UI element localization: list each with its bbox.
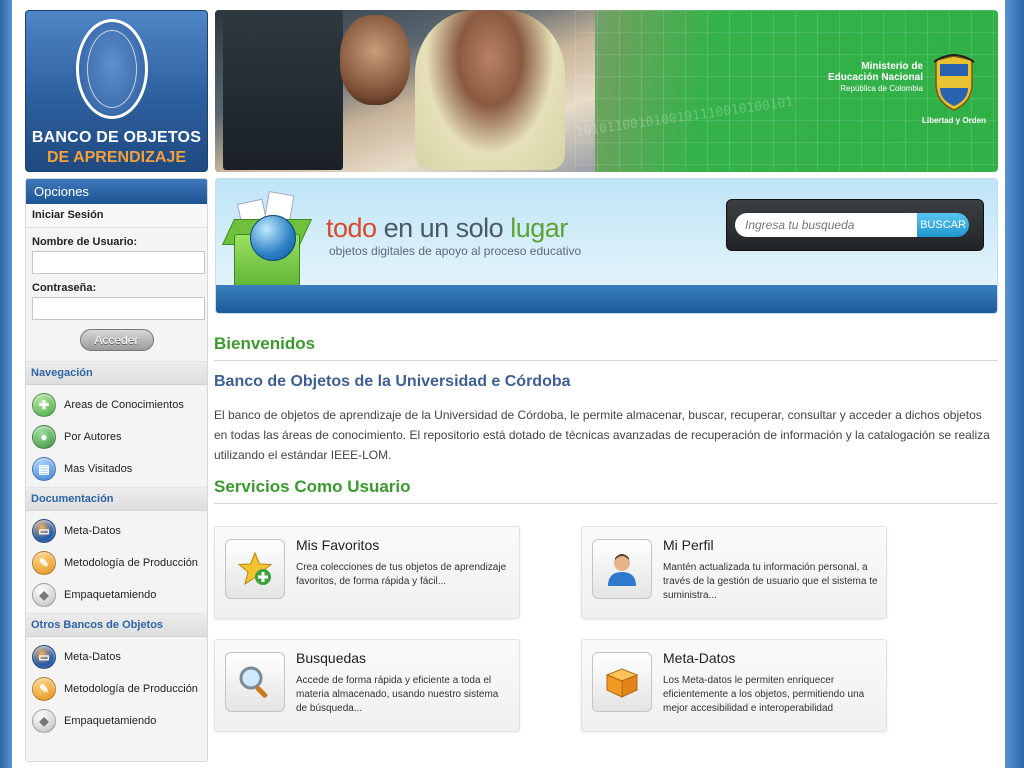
section-title-documentacion: Documentación [26,487,207,511]
page-frame-left [0,0,12,768]
username-label: Nombre de Usuario: [32,236,138,248]
student-image [340,15,410,105]
metadata-icon: ▭ [32,645,56,669]
sidebar-title: Opciones [26,179,207,204]
password-label: Contraseña: [32,282,97,294]
globe-icon [250,215,296,261]
services-heading: Servicios Como Usuario [214,465,998,504]
magnifier-icon [225,652,285,712]
student-image [415,10,565,170]
section-title-navegacion: Navegación [26,361,207,385]
ministry-line: Educación Nacional [827,72,923,83]
ministry-country: República de Colombia [840,84,923,93]
metadata-icon: ▭ [32,519,56,543]
logo-subtitle: DE APRENDIZAJE [47,149,186,166]
slogan-subtitle: objetos digitales de apoyo al proceso ed… [329,244,582,258]
nav-item-autores[interactable]: ● Por Autores [26,421,207,453]
service-title: Mi Perfil [663,537,714,553]
ministry-logo-text: Ministerio de Educación Nacional Repúbli… [828,61,923,94]
slogan-word: todo [326,213,377,243]
ministry-motto: Libertad y Orden [921,116,986,125]
login-title: Iniciar Sesión [26,204,207,228]
search-box: BUSCAR [726,199,984,251]
nav-item-label: Areas de Conocimientos [64,399,184,411]
service-title: Mis Favoritos [296,537,380,553]
section-title-otros-bancos: Otros Bancos de Objetos [26,613,207,637]
slogan-word: lugar [510,213,568,243]
login-button[interactable]: Acceder [79,329,154,351]
search-banner: todo en un solo lugar objetos digitales … [215,178,998,314]
box-icon [592,652,652,712]
nav-item-empaquetamiento[interactable]: ◆ Empaquetamiendo [26,579,207,611]
intro-text: El banco de objetos de aprendizaje de la… [214,408,990,462]
coat-of-arms-icon [933,54,975,111]
page-subtitle: Banco de Objetos de la Universidad e Cór… [214,373,571,390]
profile-icon [592,539,652,599]
nav-item-label: Empaquetamiendo [64,715,157,727]
service-description: Accede de forma rápida y eficiente a tod… [296,675,499,714]
nav-item-label: Por Autores [64,431,122,443]
methodology-icon: ✎ [32,677,56,701]
nav-item-label: Empaquetamiendo [64,589,157,601]
nav-item-metodologia[interactable]: ✎ Metodología de Producción [26,547,207,579]
nav-item-areas[interactable]: ✚ Areas de Conocimientos [26,389,207,421]
service-description: Los Meta-datos le permiten enriquecer ef… [663,675,865,714]
logo-title: BANCO DE OBJETOS [31,129,202,146]
nav-item-visitados[interactable]: ▤ Mas Visitados [26,453,207,485]
service-title: Meta-Datos [663,650,736,666]
password-input[interactable] [32,297,205,320]
nav-item-metadatos[interactable]: ▭ Meta-Datos [26,515,207,547]
monitor-image [223,10,343,170]
slogan: todo en un solo lugar [326,213,568,244]
welcome-heading: Bienvenidos [214,320,998,361]
username-input[interactable] [32,251,205,274]
plus-puzzle-icon: ✚ [32,393,56,417]
star-add-icon [225,539,285,599]
nav-item-label: Meta-Datos [64,525,121,537]
service-description: Crea colecciones de tus objetos de apren… [296,562,507,587]
document-icon: ▤ [32,457,56,481]
methodology-icon: ✎ [32,551,56,575]
nav-item-metadatos[interactable]: ▭ Meta-Datos [26,641,207,673]
nav-item-label: Metodología de Producción [64,683,198,695]
nav-item-label: Metodología de Producción [64,557,198,569]
nav-item-metodologia[interactable]: ✎ Metodología de Producción [26,673,207,705]
university-seal-icon [76,19,148,119]
search-input[interactable] [735,213,919,237]
header-banner: 1010110010100101110010100101 Ministerio … [215,10,998,172]
service-card-favoritos[interactable]: Mis Favoritos Crea colecciones de tus ob… [214,526,520,619]
user-icon: ● [32,425,56,449]
nav-item-empaquetamiento[interactable]: ◆ Empaquetamiendo [26,705,207,737]
services-grid: Mis Favoritos Crea colecciones de tus ob… [214,526,998,736]
service-title: Busquedas [296,650,367,666]
sidebar: Opciones Iniciar Sesión Nombre de Usuari… [25,178,208,762]
main-content: Bienvenidos Banco de Objetos de la Unive… [214,320,998,736]
service-description: Mantén actualizada tu información person… [663,562,878,601]
page: BANCO DE OBJETOS DE APRENDIZAJE 10101100… [12,0,1005,768]
nav-item-label: Mas Visitados [64,463,133,475]
service-card-perfil[interactable]: Mi Perfil Mantén actualizada tu informac… [581,526,887,619]
package-icon: ◆ [32,583,56,607]
service-card-busquedas[interactable]: Busquedas Accede de forma rápida y efici… [214,639,520,732]
ministry-line: Ministerio de [861,61,923,72]
search-button[interactable]: BUSCAR [917,213,969,237]
package-icon: ◆ [32,709,56,733]
slogan-word: en un solo [383,213,504,243]
service-card-metadatos[interactable]: Meta-Datos Los Meta-datos le permiten en… [581,639,887,732]
students-photo [215,10,595,172]
nav-item-label: Meta-Datos [64,651,121,663]
search-banner-bar [216,285,997,313]
site-logo[interactable]: BANCO DE OBJETOS DE APRENDIZAJE [25,10,208,172]
page-frame-right [1005,0,1024,768]
